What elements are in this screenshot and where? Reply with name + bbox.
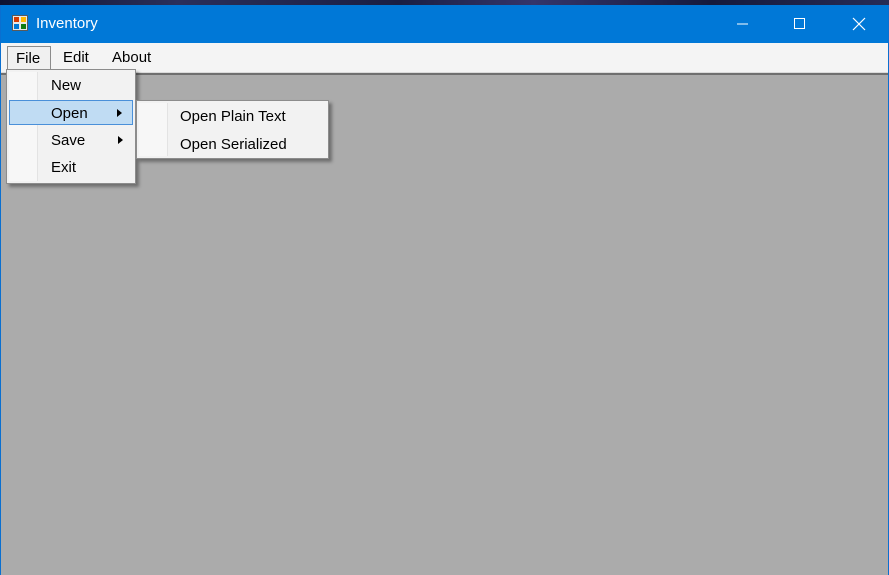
close-icon [852,17,866,31]
menu-item-label: Open [51,105,88,122]
window-title: Inventory [36,15,98,32]
menu-item-label: Save [51,132,86,149]
menu-item-label: Open Serialized [180,136,287,153]
close-button[interactable] [830,5,888,43]
menu-item-label: Exit [51,159,77,176]
maximize-icon [794,18,805,29]
submenu-arrow-icon [118,136,123,144]
menu-about[interactable]: About [104,46,159,70]
maximize-button[interactable] [771,5,829,43]
menu-edit[interactable]: Edit [55,46,97,70]
menu-item-exit[interactable]: Exit [9,155,133,180]
title-bar[interactable]: Inventory [1,5,888,43]
menu-item-save[interactable]: Save [9,128,133,153]
submenu-arrow-icon [117,109,122,117]
file-dropdown-menu: New Open Save Exit [6,69,136,184]
menu-item-open[interactable]: Open [9,100,133,125]
menu-item-label: Open Plain Text [180,108,286,125]
menu-item-label: New [51,77,82,94]
menu-item-open-plain-text[interactable]: Open Plain Text [139,104,326,129]
app-form-icon [12,15,28,31]
open-submenu: Open Plain Text Open Serialized [136,100,329,159]
app-window: Inventory File Edit About New Open Save … [0,5,889,575]
minimize-icon [737,23,748,25]
menu-item-open-serialized[interactable]: Open Serialized [139,132,326,157]
menu-item-new[interactable]: New [9,73,133,98]
minimize-button[interactable] [714,5,772,43]
